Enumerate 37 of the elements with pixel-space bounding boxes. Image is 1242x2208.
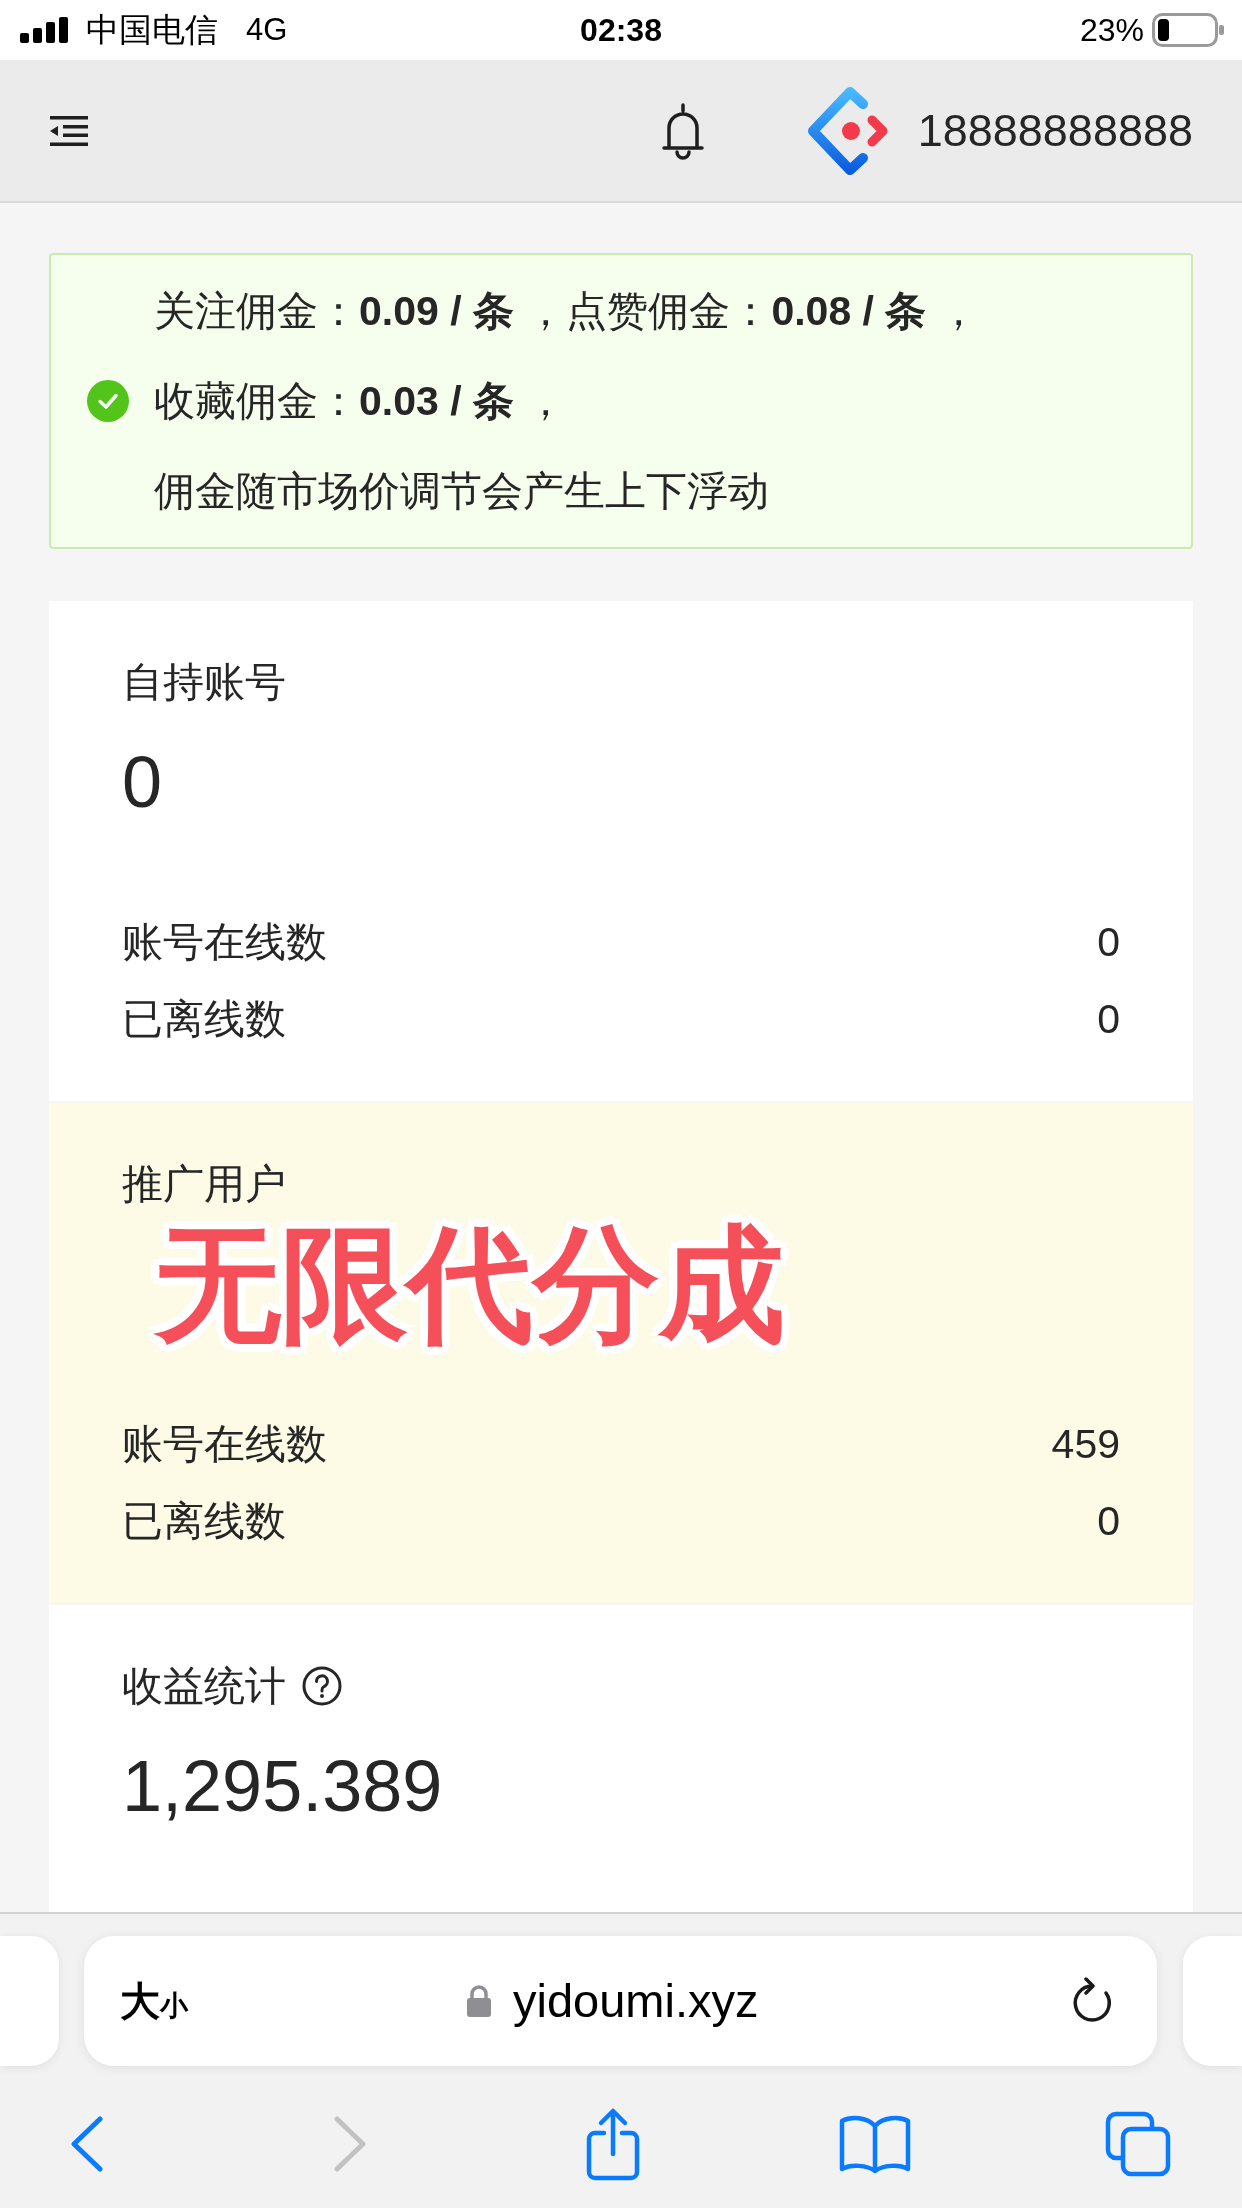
bell-icon[interactable] [660,101,705,160]
row-label: 账号在线数 [122,1420,327,1469]
battery-percent: 23% [1079,11,1144,50]
text-size-button[interactable]: 大小 [120,1978,188,2024]
signal-icon [20,17,70,43]
clock-time: 02:38 [580,11,662,50]
forward-icon [331,2116,368,2172]
card-title: 收益统计 [122,1662,286,1711]
card-title: 推广用户 [122,1160,286,1209]
notice-text: 关注佣金：0.09 / 条 ，点赞佣金：0.08 / 条 ， [154,287,979,336]
row-value: 459 [1051,1420,1120,1469]
row-label: 已离线数 [122,1497,286,1546]
row-value: 0 [1097,1497,1120,1546]
row-label: 已离线数 [122,995,286,1044]
card-title: 自持账号 [122,658,286,707]
url-text[interactable]: yidoumi.xyz [513,1971,759,2031]
menu-fold-icon[interactable] [50,115,88,146]
address-bar[interactable]: 大小 yidoumi.xyz [84,1936,1157,2066]
question-circle-icon[interactable] [302,1666,342,1706]
row-value: 0 [1097,995,1120,1044]
account-number: 18888888888 [917,103,1193,158]
back-icon [69,2116,105,2172]
tabs-icon [1105,2111,1171,2177]
carrier-name: 中国电信 [86,10,218,50]
overlay-caption: 无限代分成 [155,1215,785,1355]
share-icon [584,2107,641,2181]
battery-icon [1152,13,1224,47]
network-type: 4G [246,11,288,49]
check-circle-icon [87,380,129,422]
row-label: 账号在线数 [122,918,327,967]
card-value: 0 [122,742,163,822]
row-value: 0 [1097,918,1120,967]
notice-text: 佣金随市场价调节会产生上下浮动 [154,467,770,516]
lock-icon [467,1985,491,2017]
notice-text: 收藏佣金：0.03 / 条 ， [154,377,568,426]
card-value: 1,295.389 [122,1746,443,1826]
book-icon [838,2114,913,2174]
